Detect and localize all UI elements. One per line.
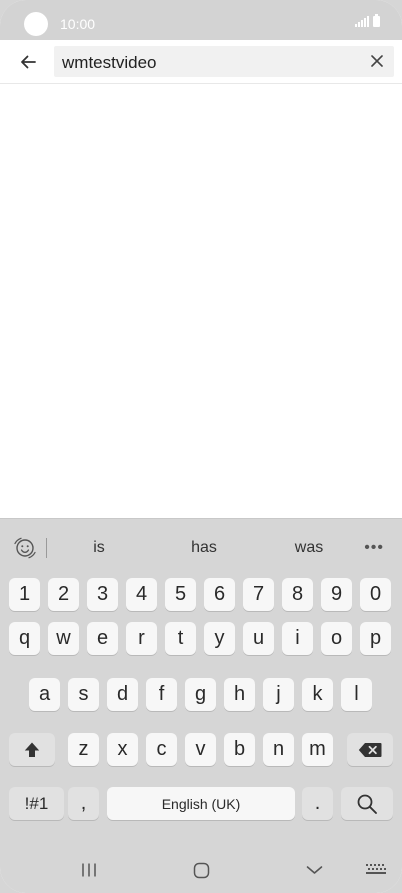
key-o[interactable]: o — [321, 622, 352, 655]
key-j[interactable]: j — [263, 678, 294, 711]
status-time: 10:00 — [60, 16, 96, 32]
key-q[interactable]: q — [9, 622, 40, 655]
key-m[interactable]: m — [302, 733, 333, 766]
nav-back-button[interactable] — [303, 860, 325, 880]
key-r[interactable]: r — [126, 622, 157, 655]
search-icon — [357, 794, 377, 814]
key-p[interactable]: p — [360, 622, 391, 655]
suggestion-2[interactable]: has — [164, 539, 244, 557]
suggestion-strip: is has was ••• — [0, 519, 402, 573]
key-1[interactable]: 1 — [9, 578, 40, 611]
recents-icon — [82, 863, 96, 877]
suggestion-1[interactable]: is — [59, 539, 139, 557]
status-icons — [355, 14, 380, 27]
clear-search-button[interactable] — [366, 50, 388, 72]
close-icon — [371, 55, 383, 67]
key-8[interactable]: 8 — [282, 578, 313, 611]
status-bar: 10:00 — [0, 0, 402, 40]
more-options-button[interactable]: ••• — [364, 539, 384, 557]
key-x[interactable]: x — [107, 733, 138, 766]
keyboard-switch-button[interactable] — [364, 860, 388, 880]
key-i[interactable]: i — [282, 622, 313, 655]
key-z[interactable]: z — [68, 733, 99, 766]
key-a[interactable]: a — [29, 678, 60, 711]
chevron-down-icon — [306, 866, 322, 874]
period-key[interactable]: . — [302, 787, 333, 820]
key-s[interactable]: s — [68, 678, 99, 711]
key-9[interactable]: 9 — [321, 578, 352, 611]
suggestion-divider — [46, 538, 47, 558]
key-l[interactable]: l — [341, 678, 372, 711]
backspace-key[interactable] — [347, 733, 393, 766]
key-e[interactable]: e — [87, 622, 118, 655]
search-input[interactable]: wmtestvideo — [54, 46, 394, 77]
suggestion-3[interactable]: was — [269, 539, 349, 557]
key-c[interactable]: c — [146, 733, 177, 766]
key-d[interactable]: d — [107, 678, 138, 711]
search-toolbar: wmtestvideo — [0, 40, 402, 84]
key-v[interactable]: v — [185, 733, 216, 766]
comma-key[interactable]: , — [68, 787, 99, 820]
keyboard-icon — [366, 864, 386, 874]
home-button[interactable] — [190, 860, 212, 880]
key-0[interactable]: 0 — [360, 578, 391, 611]
shift-icon — [24, 742, 40, 757]
key-7[interactable]: 7 — [243, 578, 274, 611]
key-k[interactable]: k — [302, 678, 333, 711]
key-t[interactable]: t — [165, 622, 196, 655]
emoji-icon — [14, 537, 36, 559]
backspace-icon — [358, 742, 382, 757]
key-3[interactable]: 3 — [87, 578, 118, 611]
key-b[interactable]: b — [224, 733, 255, 766]
key-6[interactable]: 6 — [204, 578, 235, 611]
key-y[interactable]: y — [204, 622, 235, 655]
arrow-left-icon — [21, 55, 36, 69]
key-2[interactable]: 2 — [48, 578, 79, 611]
key-w[interactable]: w — [48, 622, 79, 655]
search-results-area — [0, 85, 402, 518]
signal-icon — [355, 16, 369, 27]
key-f[interactable]: f — [146, 678, 177, 711]
camera-cutout — [24, 12, 48, 36]
key-g[interactable]: g — [185, 678, 216, 711]
key-4[interactable]: 4 — [126, 578, 157, 611]
keyboard: is has was ••• 1 2 3 4 5 6 7 8 9 0 q w e… — [0, 518, 402, 893]
shift-key[interactable] — [9, 733, 55, 766]
battery-icon — [373, 14, 380, 27]
home-icon — [193, 862, 209, 878]
key-h[interactable]: h — [224, 678, 255, 711]
search-key[interactable] — [341, 787, 393, 820]
emoji-button[interactable] — [12, 535, 38, 561]
back-button[interactable] — [14, 48, 42, 76]
space-key[interactable]: English (UK) — [107, 787, 295, 820]
symbols-key[interactable]: !#1 — [9, 787, 64, 820]
key-u[interactable]: u — [243, 622, 274, 655]
navigation-bar — [0, 846, 402, 893]
search-query: wmtestvideo — [62, 53, 157, 72]
key-5[interactable]: 5 — [165, 578, 196, 611]
phone-frame: 10:00 wmtestvideo is has was ••• 1 2 3 4… — [0, 0, 402, 893]
recents-button[interactable] — [78, 860, 100, 880]
key-n[interactable]: n — [263, 733, 294, 766]
screen: 10:00 wmtestvideo is has was ••• 1 2 3 4… — [0, 0, 402, 893]
